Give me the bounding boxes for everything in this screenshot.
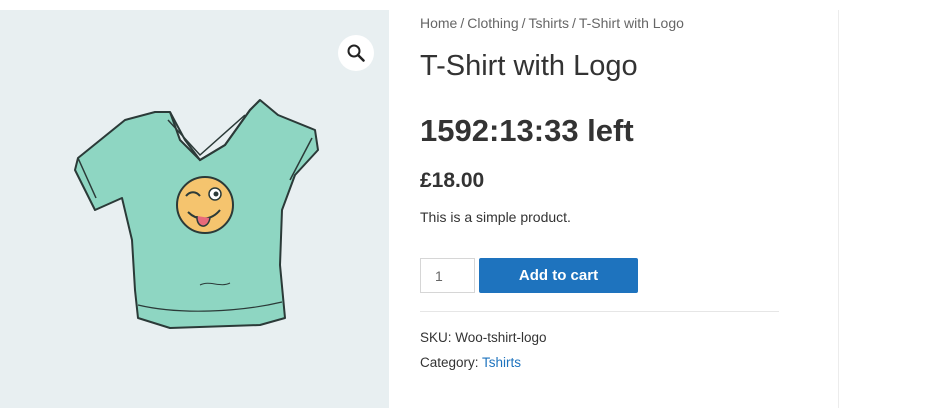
product-page: Home / Clothing / Tshirts / T-Shirt with Logo … <box>0 0 951 408</box>
divider <box>420 311 779 312</box>
category-label: Category: <box>420 355 479 370</box>
tshirt-image[interactable] <box>60 90 330 340</box>
sku-value: Woo-tshirt-logo <box>455 330 547 345</box>
category-link[interactable]: Tshirts <box>482 355 521 370</box>
category-row: Category: Tshirts <box>420 355 521 370</box>
breadcrumb-current: T-Shirt with Logo <box>578 15 684 31</box>
breadcrumb-tshirts[interactable]: Tshirts <box>529 15 569 31</box>
product-gallery <box>0 10 389 408</box>
add-to-cart-form: Add to cart <box>420 258 638 293</box>
breadcrumb-clothing[interactable]: Clothing <box>467 15 518 31</box>
breadcrumb-separator: / <box>571 15 576 31</box>
sku-row: SKU: Woo-tshirt-logo <box>420 330 547 345</box>
zoom-button[interactable] <box>338 35 374 71</box>
content-border <box>838 10 839 408</box>
add-to-cart-button[interactable]: Add to cart <box>479 258 638 293</box>
sku-label: SKU: <box>420 330 452 345</box>
product-title: T-Shirt with Logo <box>420 50 638 82</box>
quantity-input[interactable] <box>420 258 475 293</box>
magnifier-icon <box>347 44 365 62</box>
countdown-timer: 1592:13:33 left <box>420 113 634 148</box>
product-short-description: This is a simple product. <box>420 209 571 225</box>
breadcrumb: Home / Clothing / Tshirts / T-Shirt with Logo <box>420 15 684 31</box>
breadcrumb-separator: / <box>521 15 526 31</box>
breadcrumb-home[interactable]: Home <box>420 15 457 31</box>
breadcrumb-separator: / <box>460 15 465 31</box>
product-price: £18.00 <box>420 169 485 192</box>
